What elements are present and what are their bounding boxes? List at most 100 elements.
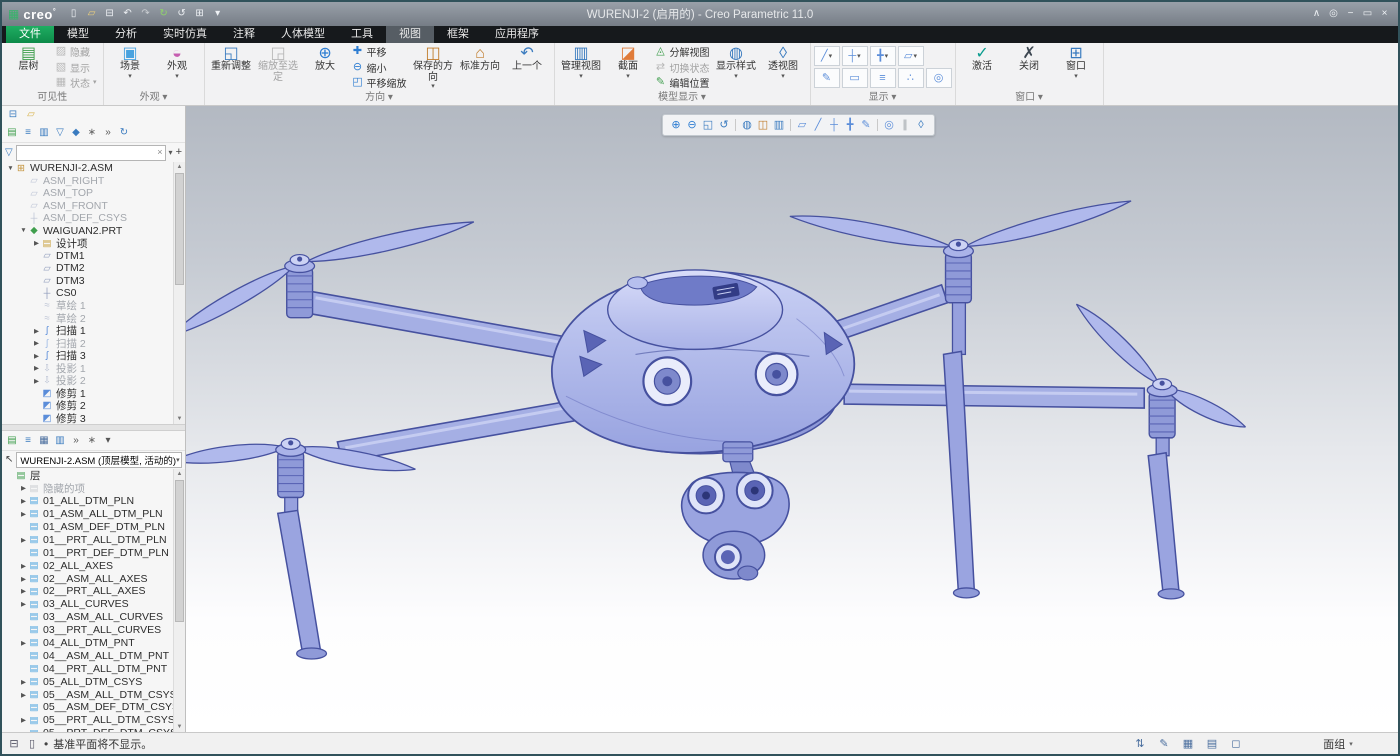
tab-4[interactable]: 实时仿真 (150, 26, 220, 43)
saved-orientation-button[interactable]: ◫保存的方向▾ (410, 44, 457, 90)
status-grid-button[interactable]: ▦ (1181, 738, 1195, 750)
layer-item[interactable]: ▶▤03_ALL_CURVES (2, 598, 174, 611)
saved-orientations-button[interactable]: ◫ (755, 116, 771, 134)
dropdown-button[interactable]: ▾ (101, 433, 115, 448)
display-style-button[interactable]: ◍显示样式▾ (713, 44, 760, 80)
tree-item[interactable]: ┼ASM_DEF_CSYS (2, 212, 174, 225)
layer-item[interactable]: ▶▤02__ASM_ALL_AXES (2, 572, 174, 585)
layer-item[interactable]: ▶▤隐藏的项 (2, 482, 174, 495)
expander-icon[interactable]: ▶ (19, 536, 28, 544)
new-button[interactable]: ▯ (66, 6, 81, 22)
tree-pane-button[interactable]: ⊟ (6, 107, 20, 122)
tree-item[interactable]: ▶∫扫描 3 (2, 350, 174, 363)
expander-icon[interactable]: ▶ (32, 352, 41, 360)
plane-display-button[interactable]: ▱ (794, 116, 810, 134)
tree-item[interactable]: ◩修剪 1 (2, 387, 174, 400)
undo-button[interactable]: ↶ (120, 6, 135, 22)
windows-button[interactable]: ⊞窗口▾ (1053, 44, 1100, 80)
layer-model-combo[interactable]: WURENJI-2.ASM (顶层模型, 活动的) ▾ (16, 452, 182, 468)
layer-tree-scrollbar[interactable]: ▲ ▼ (173, 469, 185, 732)
status-table-button[interactable]: ▤ (1205, 738, 1219, 750)
close-button[interactable]: × (1377, 6, 1392, 22)
model-tree-button[interactable]: ▤ (5, 125, 19, 140)
tree-item[interactable]: ≈草绘 2 (2, 312, 174, 325)
appearance-button[interactable]: ◒外观▾ (154, 44, 201, 80)
zoom-selected-button[interactable]: ◲缩放至选定 (255, 44, 302, 83)
designate-display-toggle[interactable]: ▭ (842, 68, 868, 88)
point-display-toggle[interactable]: ┼▾ (842, 46, 868, 66)
selection-filter-combo[interactable]: 面组 ▾ (1293, 736, 1383, 752)
previous-view-button[interactable]: ↶上一个 (504, 44, 551, 73)
spin-center-display-toggle[interactable]: ◎ (926, 68, 952, 88)
exploded-view-button[interactable]: ◬分解视图 (652, 44, 713, 60)
ribbon-group-label[interactable]: 方向 ▾ (208, 92, 551, 105)
expander-icon[interactable]: ▶ (19, 691, 28, 699)
layer-item[interactable]: ▶▤01_ASM_ALL_DTM_PLN (2, 508, 174, 521)
layer-item[interactable]: ▶▤02__PRT_ALL_AXES (2, 585, 174, 598)
refresh-tree-button[interactable]: ↻ (117, 125, 131, 140)
tree-item[interactable]: ▱DTM2 (2, 262, 174, 275)
refresh-button[interactable]: ↺ (174, 6, 189, 22)
scroll-up-icon[interactable]: ▲ (174, 162, 185, 172)
edit-position-button[interactable]: ✎编辑位置 (652, 75, 713, 91)
browser-toggle-button[interactable]: ▯ (25, 738, 39, 750)
chevrons-button[interactable]: » (101, 125, 115, 140)
list-view-button[interactable]: ≡ (21, 125, 35, 140)
expander-icon[interactable]: ▶ (32, 339, 41, 347)
layer-item[interactable]: ▤05__ASM_DEF_DTM_CSYS (2, 701, 174, 714)
layer-item[interactable]: ▶▤05_ALL_DTM_CSYS (2, 675, 174, 688)
settings-button[interactable]: ∗ (85, 125, 99, 140)
columns-button[interactable]: ▥ (53, 433, 67, 448)
status-button[interactable]: ▦状态▾ (52, 75, 100, 91)
tree-item[interactable]: ▶∫扫描 1 (2, 325, 174, 338)
tree-item[interactable]: ◩修剪 3 (2, 412, 174, 424)
tab-5[interactable]: 注释 (220, 26, 268, 43)
layer-item[interactable]: ▤01__PRT_DEF_DTM_PLN (2, 546, 174, 559)
layer-item[interactable]: ▶▤01__PRT_ALL_DTM_PLN (2, 533, 174, 546)
tree-item[interactable]: ▶⇩投影 2 (2, 375, 174, 388)
standard-orientation-button[interactable]: ⌂标准方向 (457, 44, 504, 73)
point-display-button[interactable]: ┼ (826, 116, 842, 134)
settings-button[interactable]: ∗ (85, 433, 99, 448)
layer-item[interactable]: ▤01_ASM_DEF_DTM_PLN (2, 521, 174, 534)
ribbon-group-label[interactable]: 窗口 ▾ (959, 92, 1100, 105)
expander-icon[interactable]: ▶ (19, 587, 28, 595)
status-brush-button[interactable]: ✎ (1157, 738, 1171, 750)
regenerate-button[interactable]: ↻ (156, 6, 171, 22)
window-switch-button[interactable]: ⊞ (192, 6, 207, 22)
display-style-button[interactable]: ◍ (739, 116, 755, 134)
tree-item[interactable]: ▼◆WAIGUAN2.PRT (2, 225, 174, 238)
sections-button[interactable]: ◪截面▾ (605, 44, 652, 80)
expander-icon[interactable]: ▶ (19, 716, 28, 724)
layer-item[interactable]: ▶▤02_ALL_AXES (2, 559, 174, 572)
save-button[interactable]: ⊟ (102, 6, 117, 22)
expander-icon[interactable]: ▶ (32, 364, 41, 372)
tab-9[interactable]: 框架 (434, 26, 482, 43)
axis-display-button[interactable]: ╱ (810, 116, 826, 134)
csys-display-button[interactable]: ╋ (842, 116, 858, 134)
hide-button[interactable]: ▨隐藏 (52, 44, 100, 60)
expander-icon[interactable]: ▶ (19, 639, 28, 647)
expander-icon[interactable]: ▶ (32, 239, 41, 247)
tree-item[interactable]: ▶⇩投影 1 (2, 362, 174, 375)
plane-display-toggle[interactable]: ▱▾ (898, 46, 924, 66)
layer-item[interactable]: ▤03__PRT_ALL_CURVES (2, 624, 174, 637)
zoom-in-button[interactable]: ⊕放大 (302, 44, 349, 73)
expander-icon[interactable]: ▶ (19, 562, 28, 570)
tree-search-input[interactable] (19, 147, 158, 158)
expander-icon[interactable]: ▶ (19, 600, 28, 608)
layer-item[interactable]: ▤层 (2, 469, 174, 482)
tree-search-box[interactable]: × (16, 145, 166, 161)
repaint-button[interactable]: ↺ (716, 116, 732, 134)
ribbon-group-label[interactable]: 外观 ▾ (107, 92, 201, 105)
scroll-down-icon[interactable]: ▼ (174, 722, 185, 732)
pan-zoom-button[interactable]: ◰平移缩放 (349, 75, 410, 91)
switch-state-button[interactable]: ⇄切换状态 (652, 60, 713, 76)
status-screen-button[interactable]: ◻ (1229, 738, 1243, 750)
close-window-button[interactable]: ✗关闭 (1006, 44, 1053, 73)
tree-filter-button[interactable]: ▽ (53, 125, 67, 140)
activate-button[interactable]: ✓激活 (959, 44, 1006, 73)
nav-toggle-button[interactable]: ⊟ (7, 738, 21, 750)
tree-item[interactable]: ▶▤设计项 (2, 237, 174, 250)
layer-item[interactable]: ▤04__ASM_ALL_DTM_PNT (2, 649, 174, 662)
